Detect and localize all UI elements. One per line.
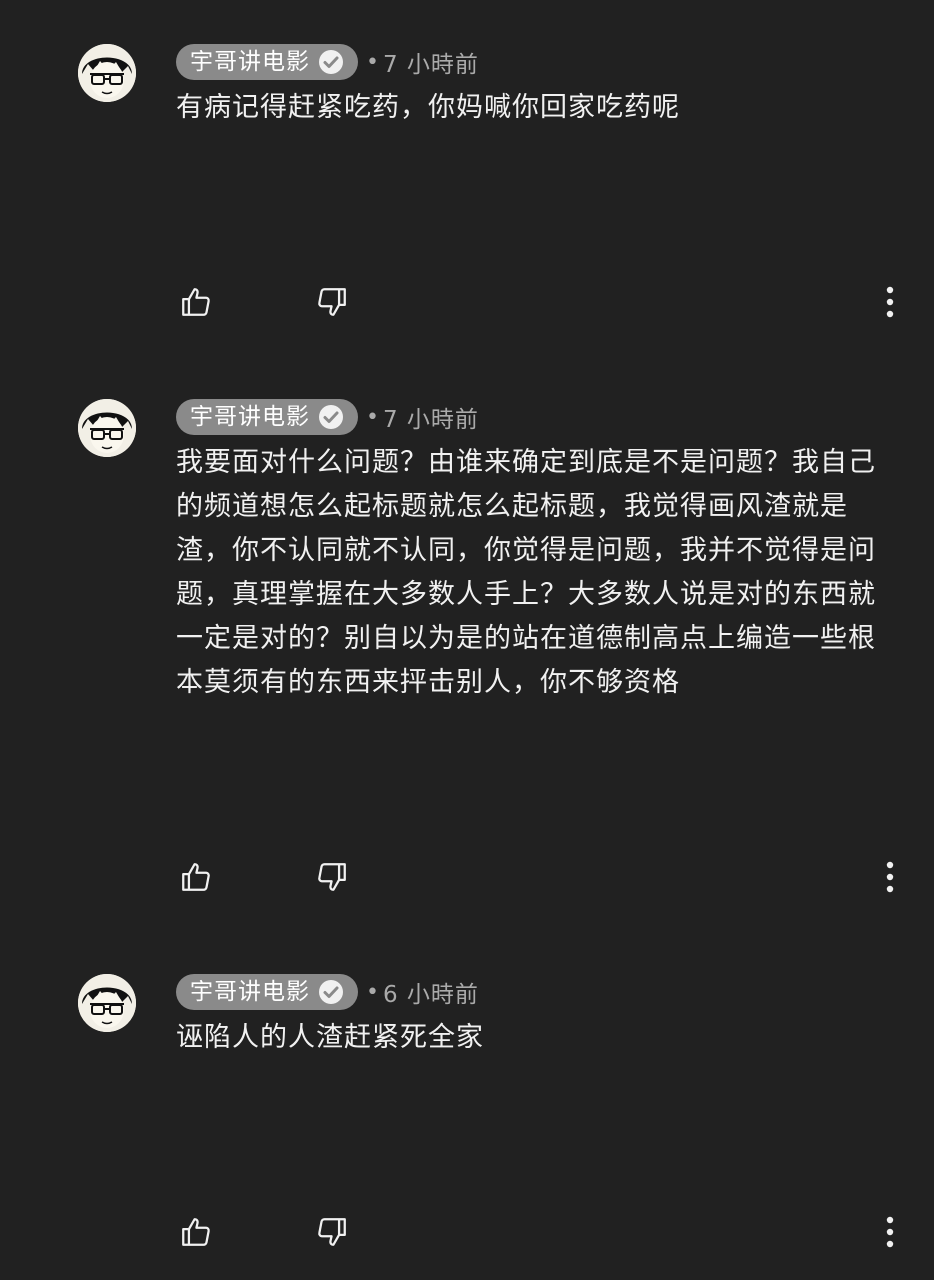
author-name[interactable]: 宇哥讲电影 [190,44,310,80]
more-options-button[interactable] [876,1212,904,1252]
comment-text: 诬陷人的人渣赶紧死全家 [176,1022,484,1053]
more-vert-icon [886,861,894,893]
author-chip[interactable]: 宇哥讲电影 [176,44,358,80]
thumbs-down-icon [318,288,346,316]
comment-header: 宇哥讲电影 • 6 小時前 [176,974,479,1010]
thumbs-up-icon [182,288,210,316]
meta-separator: • [366,404,379,430]
dislike-button[interactable] [312,1212,352,1252]
dislike-button[interactable] [312,857,352,897]
more-options-button[interactable] [876,282,904,322]
comment-actions [0,282,934,322]
author-chip[interactable]: 宇哥讲电影 [176,974,358,1010]
author-name[interactable]: 宇哥讲电影 [190,974,310,1010]
comments-page: 宇哥讲电影 • 7 小時前 有病记得赶紧吃药，你妈喊你回家吃药呢 宇哥讲电影 •… [0,0,934,1280]
comment-time[interactable]: 7 小時前 [383,400,479,434]
avatar[interactable] [78,399,136,457]
comment-actions [0,857,934,897]
verified-check-icon [318,404,344,430]
like-button[interactable] [176,1212,216,1252]
comment-text: 有病记得赶紧吃药，你妈喊你回家吃药呢 [176,92,680,123]
comment-time[interactable]: 6 小時前 [383,975,479,1009]
thumbs-up-icon [182,1218,210,1246]
thumbs-up-icon [182,863,210,891]
like-button[interactable] [176,282,216,322]
like-button[interactable] [176,857,216,897]
meta-separator: • [366,49,379,75]
comment-actions [0,1212,934,1252]
avatar-image [78,399,136,457]
verified-check-icon [318,49,344,75]
meta-separator: • [366,979,379,1005]
comment-time[interactable]: 7 小時前 [383,45,479,79]
more-vert-icon [886,1216,894,1248]
comment-header: 宇哥讲电影 • 7 小時前 [176,44,479,80]
more-options-button[interactable] [876,857,904,897]
verified-check-icon [318,979,344,1005]
thumbs-down-icon [318,863,346,891]
comment-header: 宇哥讲电影 • 7 小時前 [176,399,479,435]
author-chip[interactable]: 宇哥讲电影 [176,399,358,435]
avatar-image [78,974,136,1032]
avatar[interactable] [78,974,136,1032]
thumbs-down-icon [318,1218,346,1246]
dislike-button[interactable] [312,282,352,322]
avatar[interactable] [78,44,136,102]
avatar-image [78,44,136,102]
more-vert-icon [886,286,894,318]
comment-text: 我要面对什么问题？由谁来确定到底是不是问题？我自己的频道想怎么起标题就怎么起标题… [176,447,876,698]
author-name[interactable]: 宇哥讲电影 [190,399,310,435]
